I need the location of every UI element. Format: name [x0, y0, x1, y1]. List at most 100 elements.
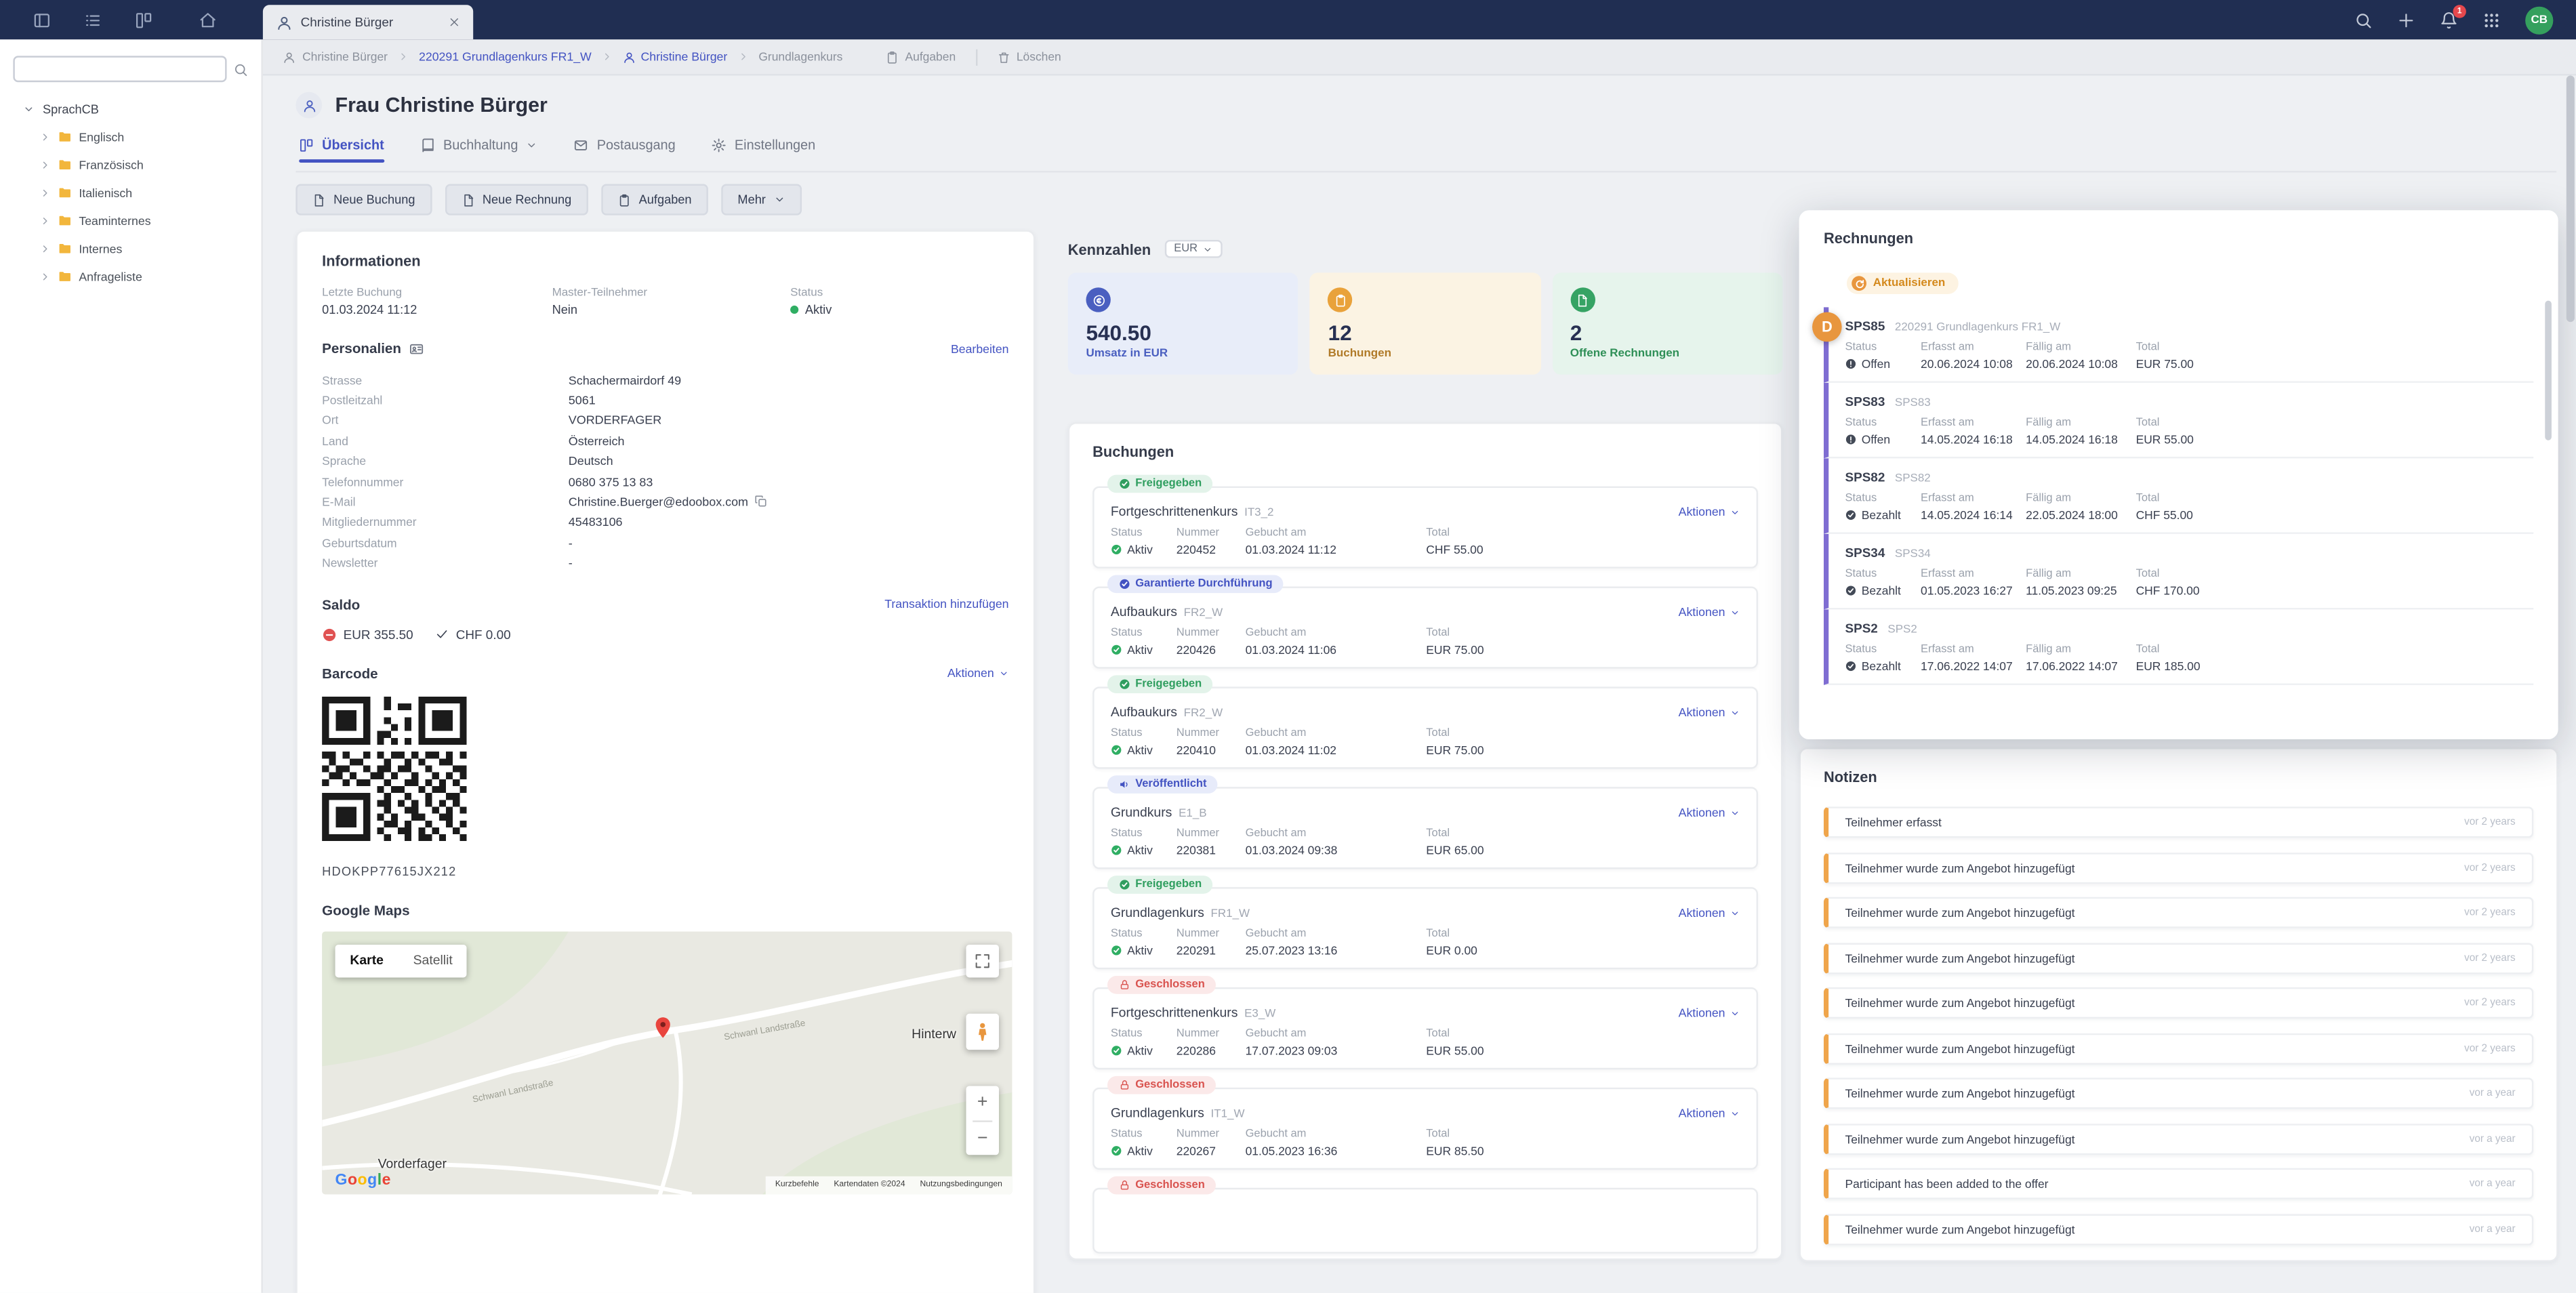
sidebar-item-anfrageliste[interactable]: Anfrageliste [0, 263, 261, 291]
google-logo: Google [335, 1171, 391, 1189]
person-icon [276, 14, 292, 30]
search-icon[interactable] [233, 62, 248, 77]
chevron-down-icon [1730, 1008, 1740, 1018]
sidebar-item-italienisch[interactable]: Italienisch [0, 179, 261, 207]
chevron-down-icon [23, 104, 35, 115]
tab-postausgang[interactable]: Postausgang [574, 138, 676, 163]
booking-aktionen-link[interactable]: Aktionen [1679, 504, 1740, 519]
breadcrumb-delete-button[interactable]: Löschen [997, 49, 1061, 64]
bearbeiten-link[interactable]: Bearbeiten [951, 341, 1009, 356]
check-circle-icon [1119, 478, 1130, 489]
mehr-button[interactable]: Mehr [721, 184, 802, 216]
invoice-row[interactable]: SPS83SPS83 StatusOffen Erfasst am14.05.2… [1824, 382, 2533, 458]
note-row[interactable]: Teilnehmer wurde zum Angebot hinzugefügt… [1824, 852, 2533, 883]
map-zoom-control: + − [966, 1086, 998, 1155]
informationen-card: Informationen Letzte Buchung 01.03.2024 … [295, 230, 1035, 1293]
note-row[interactable]: Teilnehmer wurde zum Angebot hinzugefügt… [1824, 1078, 2533, 1109]
zoom-out-button[interactable]: − [966, 1122, 998, 1154]
zoom-in-button[interactable]: + [966, 1086, 998, 1118]
tab-uebersicht[interactable]: Übersicht [299, 138, 384, 163]
main-content: Frau Christine Bürger Übersicht Buchhalt… [263, 76, 2576, 1293]
booking-aktionen-link[interactable]: Aktionen [1679, 604, 1740, 619]
map-copyright: Kartendaten ©2024 [834, 1180, 905, 1190]
note-row[interactable]: Teilnehmer wurde zum Angebot hinzugefügt… [1824, 1213, 2533, 1244]
booking-aktionen-link[interactable]: Aktionen [1679, 805, 1740, 820]
lock-icon [1119, 1080, 1130, 1091]
close-tab-icon[interactable] [449, 16, 460, 28]
neue-rechnung-button[interactable]: Neue Rechnung [445, 184, 588, 216]
note-row[interactable]: Teilnehmer wurde zum Angebot hinzugefügt… [1824, 1123, 2533, 1154]
breadcrumb-item-participant-2[interactable]: Christine Bürger [623, 49, 728, 64]
sidebar-root-sprachcb[interactable]: SprachCB [0, 96, 261, 123]
booking-aktionen-link[interactable]: Aktionen [1679, 705, 1740, 720]
page-scrollbar[interactable] [2567, 76, 2575, 323]
google-maps-title: Google Maps [322, 901, 409, 918]
neue-buchung-button[interactable]: Neue Buchung [295, 184, 431, 216]
kpi-buchungen: 12 Buchungen [1310, 272, 1540, 374]
note-row[interactable]: Participant has been added to the offerv… [1824, 1168, 2533, 1199]
aufgaben-button[interactable]: Aufgaben [601, 184, 708, 216]
map-shortcuts-link[interactable]: Kurzbefehle [775, 1180, 819, 1190]
invoice-row[interactable]: SPS2SPS2 StatusBezahlt Erfasst am17.06.2… [1824, 609, 2533, 684]
booking-aktionen-link[interactable]: Aktionen [1679, 1006, 1740, 1021]
panel-scrollbar[interactable] [2545, 301, 2552, 440]
clipboard-icon [617, 193, 630, 206]
informationen-title: Informationen [322, 253, 1008, 269]
map-terms-link[interactable]: Nutzungsbedingungen [920, 1180, 1002, 1190]
map-pin-icon[interactable] [651, 1010, 675, 1044]
aktualisieren-button[interactable]: Aktualisieren [1847, 272, 1959, 294]
fullscreen-button[interactable] [966, 944, 998, 977]
home-icon[interactable] [199, 11, 217, 29]
note-row[interactable]: Teilnehmer wurde zum Angebot hinzugefügt… [1824, 987, 2533, 1019]
map-karte-button[interactable]: Karte [335, 944, 398, 977]
add-icon[interactable] [2397, 11, 2415, 29]
invoice-row[interactable]: SPS82SPS82 StatusBezahlt Erfasst am14.05… [1824, 457, 2533, 533]
sidebar-item-englisch[interactable]: Englisch [0, 123, 261, 151]
sidebar-search-input[interactable] [13, 56, 226, 82]
booking-aktionen-link[interactable]: Aktionen [1679, 1106, 1740, 1121]
transaktion-hinzufuegen-link[interactable]: Transaktion hinzufügen [884, 597, 1008, 612]
barcode-aktionen-link[interactable]: Aktionen [947, 665, 1009, 680]
booking-aktionen-link[interactable]: Aktionen [1679, 905, 1740, 920]
note-row[interactable]: Teilnehmer wurde zum Angebot hinzugefügt… [1824, 942, 2533, 973]
breadcrumb-aufgaben-button[interactable]: Aufgaben [885, 49, 956, 64]
window-tab[interactable]: Christine Bürger [263, 5, 473, 39]
breadcrumb-item-participant[interactable]: Christine Bürger [283, 49, 388, 64]
course-name: FortgeschrittenenkursIT3_2 [1111, 504, 1274, 519]
sidebar-item-internes[interactable]: Internes [0, 235, 261, 263]
user-avatar[interactable]: CB [2525, 5, 2553, 33]
map-attribution: Kurzbefehle Kartendaten ©2024 Nutzungsbe… [765, 1176, 1012, 1194]
breadcrumb-item-course[interactable]: 220291 Grundlagenkurs FR1_W [419, 49, 592, 64]
sidebar-item-teaminternes[interactable]: Teaminternes [0, 207, 261, 234]
tab-buchhaltung[interactable]: Buchhaltung [420, 138, 537, 163]
drag-avatar[interactable]: D [1812, 312, 1842, 342]
check-circle-icon [1111, 844, 1122, 856]
sidebar-toggle-icon[interactable] [33, 11, 51, 29]
pegman-control[interactable] [966, 1013, 998, 1049]
copy-icon[interactable] [755, 495, 768, 508]
person-icon [623, 50, 636, 63]
apps-grid-icon[interactable] [2482, 11, 2501, 29]
refresh-icon [1852, 276, 1866, 291]
person-icon [283, 50, 295, 63]
currency-dropdown[interactable]: EUR [1164, 240, 1223, 258]
saldo-chf: CHF 0.00 [436, 627, 511, 642]
gear-icon [712, 138, 727, 153]
invoice-row[interactable]: SPS34SPS34 StatusBezahlt Erfasst am01.05… [1824, 533, 2533, 609]
booking-item: Geschlossen GrundlagenkursIT1_W Aktionen… [1092, 1088, 1758, 1170]
note-row[interactable]: Teilnehmer wurde zum Angebot hinzugefügt… [1824, 897, 2533, 928]
board-view-icon[interactable] [135, 11, 153, 29]
search-icon[interactable] [2354, 11, 2373, 29]
invoice-row[interactable]: SPS85220291 Grundlagenkurs FR1_W StatusO… [1824, 306, 2533, 382]
list-view-icon[interactable] [84, 11, 102, 29]
note-row[interactable]: Teilnehmer erfasstvor 2 years [1824, 806, 2533, 838]
tab-einstellungen[interactable]: Einstellungen [712, 138, 815, 163]
map-satellit-button[interactable]: Satellit [398, 944, 468, 977]
google-map[interactable]: Schwanl Landstraße Schwanl Landstraße Ka… [322, 931, 1012, 1194]
kpi-label: Buchungen [1328, 348, 1523, 360]
sidebar-item-franzoesisch[interactable]: Französisch [0, 151, 261, 179]
note-row[interactable]: Teilnehmer wurde zum Angebot hinzugefügt… [1824, 1033, 2533, 1064]
check-circle-icon [1111, 644, 1122, 655]
kpi-value: 540.50 [1086, 321, 1280, 345]
notifications-bell-icon[interactable]: 1 [2440, 11, 2458, 29]
